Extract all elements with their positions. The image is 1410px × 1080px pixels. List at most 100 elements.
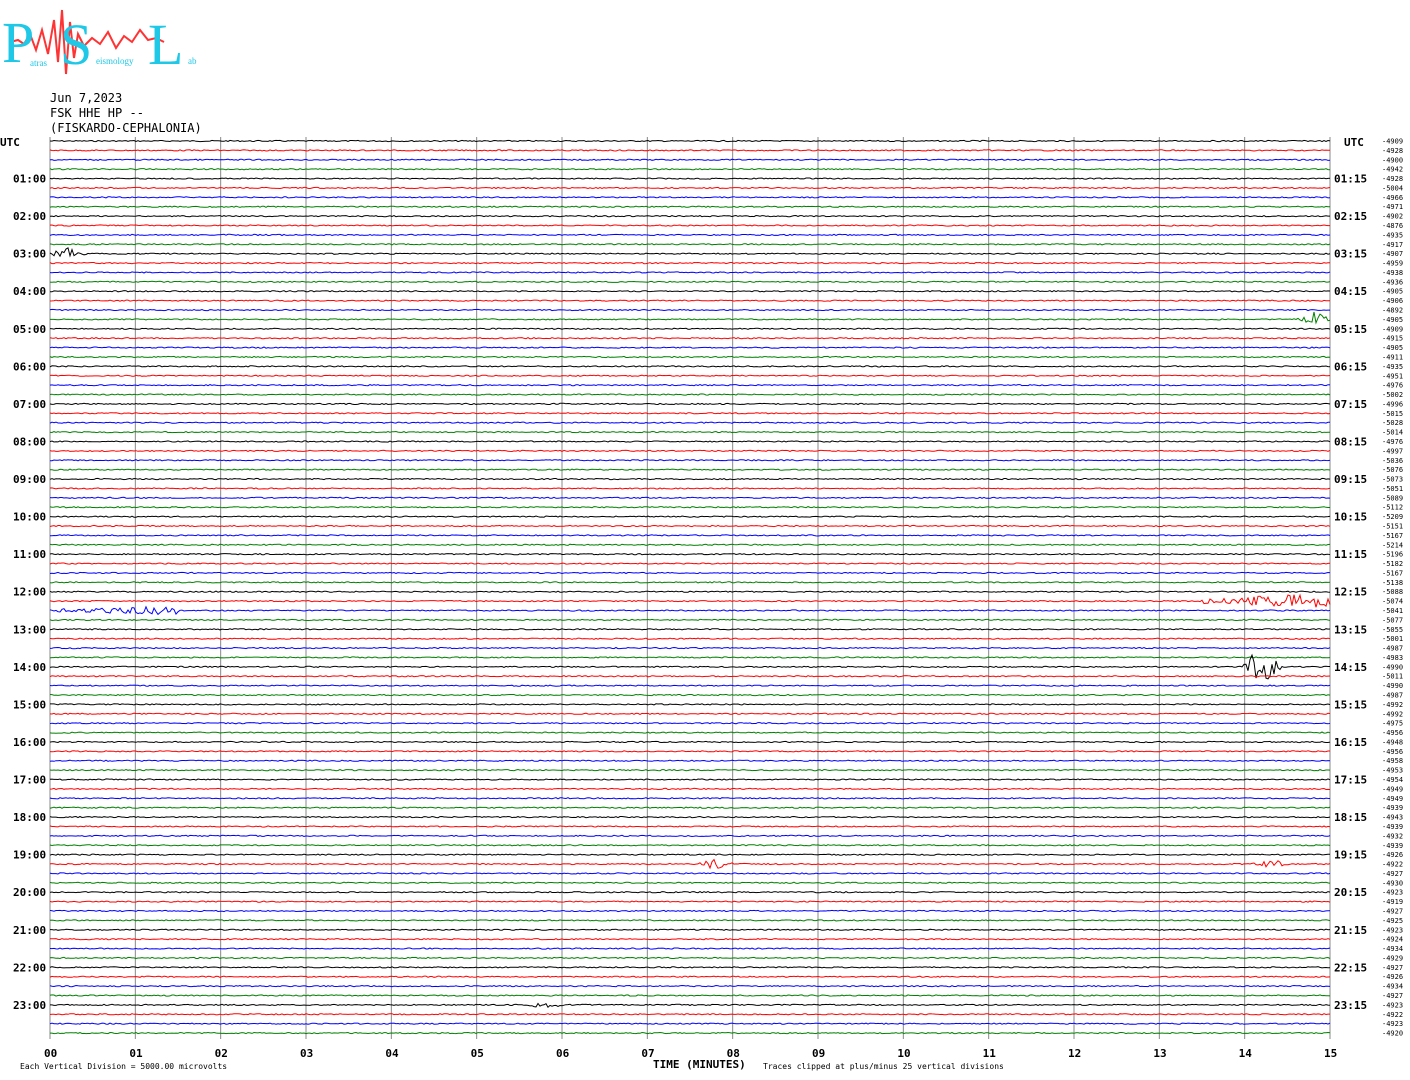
hour-label-left: 17:00	[13, 774, 46, 787]
trace-line	[49, 261, 1330, 265]
trace-line	[49, 590, 1331, 593]
trace-offset-label: -4909	[1382, 138, 1403, 146]
trace-line	[49, 684, 1331, 687]
trace-offset-label: -4997	[1382, 447, 1403, 455]
trace-offset-label: -5076	[1382, 466, 1403, 474]
trace-line	[49, 815, 1331, 819]
trace-line	[49, 712, 1331, 715]
trace-offset-label: -5001	[1382, 635, 1403, 643]
trace-offset-label: -4920	[1382, 1030, 1403, 1038]
trace-offset-label: -4938	[1382, 269, 1403, 277]
x-tick-label: 03	[300, 1047, 313, 1060]
trace-offset-label: -4892	[1382, 307, 1403, 315]
x-tick-label: 02	[215, 1047, 228, 1060]
trace-line	[49, 487, 1331, 490]
trace-line	[49, 139, 1331, 143]
trace-offset-label: -5151	[1382, 522, 1403, 530]
trace-line	[49, 1013, 1330, 1016]
trace-offset-label: -4949	[1382, 795, 1403, 803]
trace-line	[49, 787, 1331, 791]
hour-label-right: 18:15	[1334, 811, 1367, 824]
trace-offset-label: -4915	[1382, 335, 1403, 343]
trace-offset-label: -4948	[1382, 738, 1403, 746]
trace-offset-label: -4949	[1382, 785, 1403, 793]
trace-line	[49, 593, 1331, 608]
trace-line	[49, 402, 1331, 406]
trace-offset-label: -5051	[1382, 485, 1403, 493]
trace-offset-label: -4925	[1382, 917, 1403, 925]
trace-offset-label: -5002	[1382, 391, 1403, 399]
utc-label-left: UTC	[0, 136, 20, 149]
trace-line	[49, 605, 1331, 616]
trace-line	[49, 233, 1331, 237]
trace-line	[49, 675, 1331, 678]
trace-offset-label: -5214	[1382, 541, 1403, 549]
hour-label-left: 09:00	[13, 473, 46, 486]
x-tick-label: 11	[983, 1047, 997, 1060]
trace-offset-label: -5088	[1382, 588, 1403, 596]
trace-line	[49, 506, 1330, 509]
trace-offset-label: -5028	[1382, 419, 1403, 427]
trace-offset-label: -4917	[1382, 241, 1403, 249]
trace-offset-label: -5073	[1382, 476, 1403, 484]
hour-label-left: 06:00	[13, 360, 46, 373]
trace-offset-label: -4966	[1382, 194, 1403, 202]
trace-line	[49, 628, 1331, 631]
hour-label-left: 22:00	[13, 961, 46, 974]
trace-line	[49, 365, 1331, 368]
hour-label-left: 11:00	[13, 548, 46, 561]
trace-offset-label: -4971	[1382, 203, 1403, 211]
trace-line	[49, 571, 1331, 575]
trace-offset-label: -4992	[1382, 701, 1403, 709]
trace-offset-label: -4924	[1382, 936, 1403, 944]
trace-offset-label: -4990	[1382, 682, 1403, 690]
hour-label-right: 14:15	[1334, 661, 1367, 674]
hour-label-right: 11:15	[1334, 548, 1367, 561]
trace-line	[49, 383, 1331, 387]
trace-line	[49, 149, 1331, 152]
trace-line	[50, 311, 1331, 325]
trace-offset-label: -5015	[1382, 410, 1403, 418]
trace-line	[49, 797, 1331, 800]
trace-offset-label: -5074	[1382, 598, 1403, 606]
trace-line	[50, 938, 1331, 941]
trace-offset-label: -4934	[1382, 945, 1403, 953]
trace-offset-label: -4956	[1382, 729, 1403, 737]
trace-line	[49, 646, 1331, 650]
hour-label-right: 04:15	[1334, 285, 1367, 298]
trace-line	[49, 637, 1331, 640]
trace-offset-label: -5167	[1382, 532, 1403, 540]
hour-label-right: 13:15	[1334, 623, 1367, 636]
trace-line	[49, 308, 1330, 312]
trace-line	[49, 947, 1331, 950]
trace-line	[49, 722, 1331, 725]
hour-label-right: 22:15	[1334, 961, 1367, 974]
hour-label-right: 01:15	[1334, 173, 1367, 186]
trace-line	[49, 243, 1331, 246]
hour-label-left: 04:00	[13, 285, 46, 298]
trace-offset-label: -4976	[1382, 438, 1403, 446]
trace-line	[49, 543, 1331, 546]
x-tick-label: 04	[385, 1047, 399, 1060]
trace-line	[49, 168, 1331, 171]
trace-offset-label: -4930	[1382, 879, 1403, 887]
hour-label-right: 23:15	[1334, 999, 1367, 1012]
division-note: Each Vertical Division = 5000.00 microvo…	[20, 1062, 227, 1071]
trace-line	[49, 280, 1331, 283]
trace-offset-label: -4905	[1382, 344, 1403, 352]
trace-offset-label: -5209	[1382, 513, 1403, 521]
trace-line	[49, 440, 1331, 443]
trace-line	[49, 337, 1331, 340]
trace-line	[49, 618, 1331, 622]
trace-offset-label: -4939	[1382, 823, 1403, 831]
trace-line	[49, 412, 1331, 415]
trace-line	[49, 825, 1331, 828]
hour-label-left: 14:00	[13, 661, 46, 674]
trace-line	[49, 806, 1331, 809]
trace-line	[50, 928, 1331, 931]
hour-label-left: 15:00	[13, 698, 46, 711]
trace-offset-label: -4902	[1382, 213, 1403, 221]
trace-line	[49, 205, 1331, 208]
trace-offset-label: -4928	[1382, 147, 1403, 155]
hour-label-left: 23:00	[13, 999, 46, 1012]
